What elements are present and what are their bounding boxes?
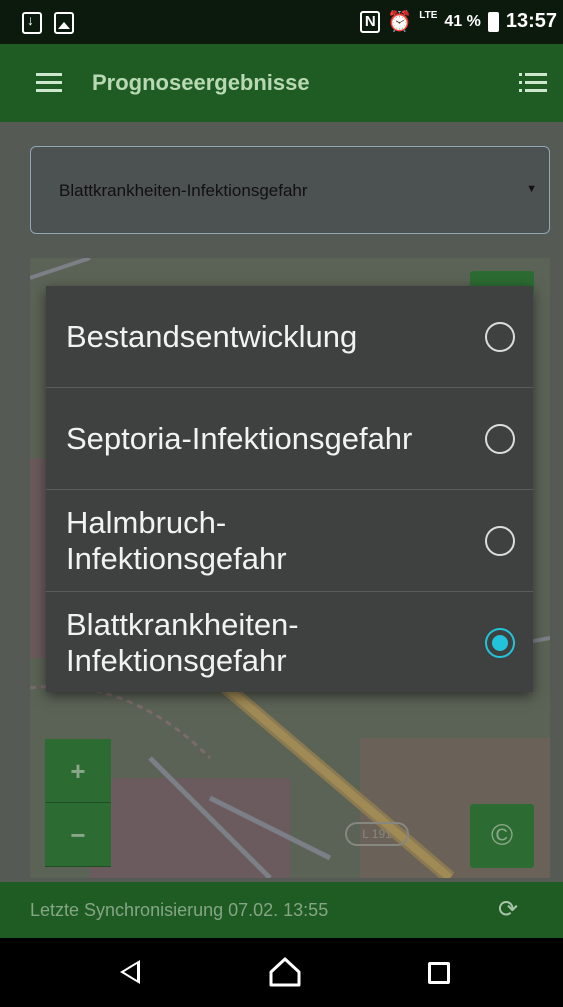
system-nav-bar <box>0 938 563 1007</box>
road-label: L 191 <box>345 822 409 846</box>
dropdown-arrow-icon: ▼ <box>526 183 537 195</box>
page-title: Prognoseergebnisse <box>92 70 310 95</box>
select-options-dialog: Bestandsentwicklung Septoria-Infektionsg… <box>46 286 533 692</box>
option-halmbruch[interactable]: Halmbruch- Infektionsgefahr <box>46 490 533 592</box>
back-icon[interactable] <box>120 960 140 984</box>
home-icon[interactable] <box>268 956 302 988</box>
option-label: Septoria-Infektionsgefahr <box>66 420 413 456</box>
nfc-icon: N <box>360 10 381 33</box>
app-bar: Prognoseergebnisse <box>0 44 563 122</box>
forecast-type-select[interactable]: Blattkrankheiten-Infektionsgefahr ▼ <box>30 146 550 234</box>
image-icon <box>54 12 74 34</box>
menu-icon[interactable] <box>36 73 62 93</box>
zoom-in-button[interactable]: + <box>45 739 111 803</box>
list-icon[interactable] <box>519 73 547 93</box>
sync-icon[interactable]: ⟳ <box>495 896 521 924</box>
option-blattkrankheiten[interactable]: Blattkrankheiten- Infektionsgefahr <box>46 592 533 694</box>
option-label: Bestandsentwicklung <box>66 318 358 354</box>
battery-icon <box>487 11 499 32</box>
alarm-icon: ⏰ <box>387 10 413 33</box>
option-label: Halmbruch- Infektionsgefahr <box>66 504 287 576</box>
clock-time: 13:57 <box>505 10 557 32</box>
option-septoria[interactable]: Septoria-Infektionsgefahr <box>46 388 533 490</box>
last-sync-text: Letzte Synchronisierung 07.02. 13:55 <box>30 900 329 920</box>
option-bestandsentwicklung[interactable]: Bestandsentwicklung <box>46 286 533 388</box>
radio-button-selected[interactable] <box>485 628 515 658</box>
download-icon <box>22 12 42 34</box>
zoom-out-button[interactable]: − <box>45 803 111 867</box>
radio-button[interactable] <box>485 423 515 454</box>
copyright-button[interactable]: © <box>470 804 534 868</box>
battery-percent: 41 % <box>444 12 481 30</box>
recent-apps-icon[interactable] <box>428 962 450 984</box>
signal-icon: LTE <box>419 10 438 21</box>
status-bar: N ⏰ LTE 41 % 13:57 <box>0 0 563 44</box>
radio-button[interactable] <box>485 321 515 352</box>
radio-button[interactable] <box>485 525 515 556</box>
option-label: Blattkrankheiten- Infektionsgefahr <box>66 607 299 678</box>
select-value: Blattkrankheiten-Infektionsgefahr <box>59 181 308 200</box>
sync-footer: Letzte Synchronisierung 07.02. 13:55 ⟳ <box>0 882 563 938</box>
zoom-control: + − <box>45 739 111 867</box>
